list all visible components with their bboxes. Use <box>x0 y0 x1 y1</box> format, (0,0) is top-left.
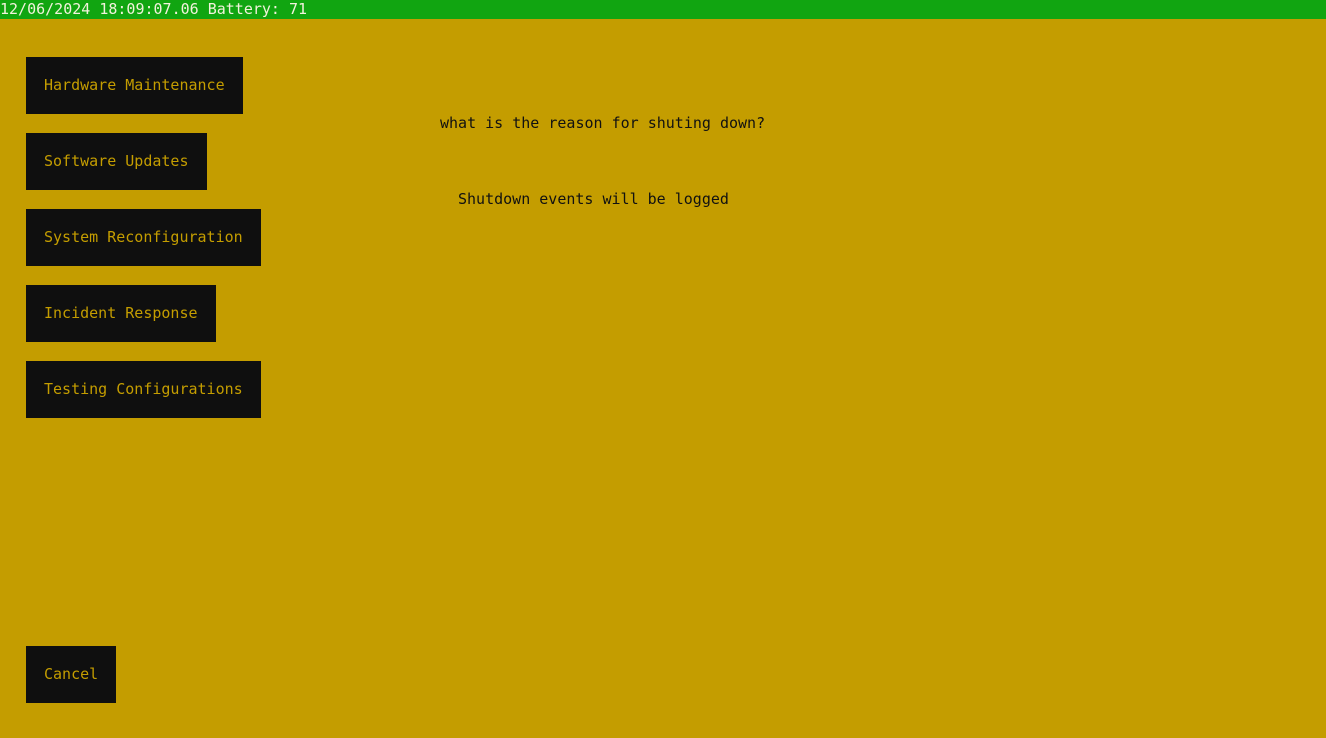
system-reconfiguration-button[interactable]: System Reconfiguration <box>26 209 261 266</box>
shutdown-reason-prompt: what is the reason for shuting down? <box>440 114 766 132</box>
testing-configurations-button[interactable]: Testing Configurations <box>26 361 261 418</box>
hardware-maintenance-button[interactable]: Hardware Maintenance <box>26 57 243 114</box>
shutdown-log-note: Shutdown events will be logged <box>458 190 729 208</box>
incident-response-button[interactable]: Incident Response <box>26 285 216 342</box>
software-updates-button[interactable]: Software Updates <box>26 133 207 190</box>
status-bar: 12/06/2024 18:09:07.06 Battery: 71 <box>0 0 1326 19</box>
cancel-button[interactable]: Cancel <box>26 646 117 703</box>
